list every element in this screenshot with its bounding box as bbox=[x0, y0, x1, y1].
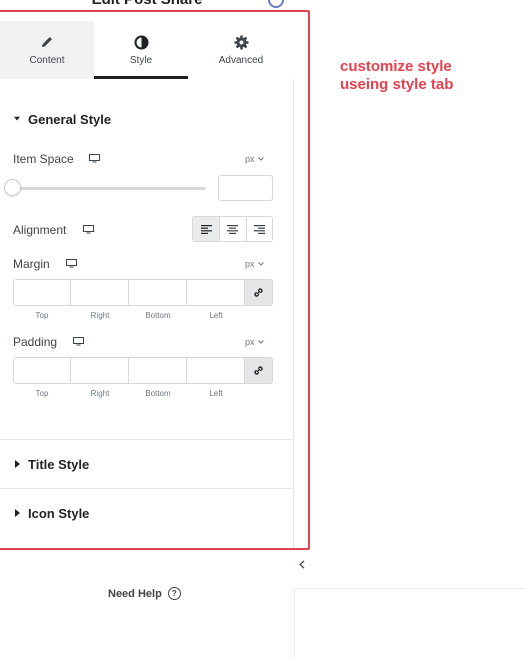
padding-top-label: Top bbox=[35, 389, 49, 398]
tab-content-label: Content bbox=[29, 55, 65, 66]
align-center-button[interactable] bbox=[219, 217, 245, 241]
item-space-slider-handle[interactable] bbox=[4, 179, 21, 196]
padding-left-input[interactable] bbox=[187, 357, 245, 384]
panel-header-title: Edit Post Share bbox=[0, 0, 294, 8]
margin-top-label: Top bbox=[35, 311, 49, 320]
padding-inputs bbox=[13, 357, 273, 384]
contrast-icon bbox=[134, 34, 149, 50]
tab-style[interactable]: Style bbox=[94, 21, 188, 79]
section-title-style[interactable]: Title Style bbox=[0, 440, 294, 488]
item-space-unit-value: px bbox=[245, 154, 255, 164]
panel-collapse-button[interactable] bbox=[294, 549, 309, 579]
margin-right-input[interactable] bbox=[71, 279, 129, 306]
align-right-icon bbox=[253, 224, 265, 234]
chevron-left-icon bbox=[298, 559, 304, 569]
padding-left-label: Left bbox=[209, 389, 223, 398]
padding-right-label: Right bbox=[90, 389, 110, 398]
tab-style-label: Style bbox=[129, 55, 153, 66]
panel-tabs: Content Style Advanced bbox=[0, 21, 294, 79]
link-icon bbox=[254, 366, 263, 375]
margin-right-label: Right bbox=[90, 311, 110, 320]
margin-label: Margin bbox=[13, 257, 50, 271]
caret-right-icon bbox=[14, 459, 20, 469]
padding-field-labels: Top Right Bottom Left bbox=[13, 389, 245, 398]
margin-unit-value: px bbox=[245, 259, 255, 269]
link-icon bbox=[254, 288, 263, 297]
canvas-divider bbox=[294, 588, 526, 589]
section-title-style-title: Title Style bbox=[28, 456, 90, 472]
editor-panel: Content Style Advanced General Style Ite… bbox=[0, 21, 294, 549]
padding-right-input[interactable] bbox=[71, 357, 129, 384]
margin-bottom-label: Bottom bbox=[145, 311, 171, 320]
item-space-label: Item Space bbox=[13, 152, 74, 166]
annotation-text: customize style useing style tab bbox=[340, 58, 454, 93]
tab-advanced[interactable]: Advanced bbox=[188, 21, 294, 79]
padding-bottom-label: Bottom bbox=[145, 389, 171, 398]
padding-top-input[interactable] bbox=[13, 357, 71, 384]
tab-content[interactable]: Content bbox=[0, 21, 94, 79]
margin-link-button[interactable] bbox=[245, 279, 273, 306]
item-space-input[interactable] bbox=[218, 175, 273, 201]
margin-unit-select[interactable]: px bbox=[245, 259, 264, 269]
desktop-icon[interactable] bbox=[89, 154, 100, 163]
section-general-style[interactable]: General Style bbox=[0, 108, 294, 130]
margin-left-label: Left bbox=[209, 311, 223, 320]
desktop-icon[interactable] bbox=[66, 259, 77, 268]
need-help-label: Need Help bbox=[108, 587, 162, 600]
align-center-icon bbox=[227, 224, 239, 234]
section-general-style-title: General Style bbox=[28, 111, 112, 127]
align-right-button[interactable] bbox=[245, 217, 272, 241]
desktop-icon[interactable] bbox=[73, 337, 84, 346]
margin-left-input[interactable] bbox=[187, 279, 245, 306]
chevron-down-icon bbox=[257, 262, 264, 266]
caret-right-icon bbox=[14, 508, 20, 518]
align-left-icon bbox=[200, 224, 212, 234]
padding-link-button[interactable] bbox=[245, 357, 273, 384]
tab-advanced-label: Advanced bbox=[218, 55, 264, 66]
alignment-label: Alignment bbox=[13, 223, 67, 237]
section-icon-style-title: Icon Style bbox=[28, 505, 90, 521]
margin-field-labels: Top Right Bottom Left bbox=[13, 311, 245, 320]
margin-top-input[interactable] bbox=[13, 279, 71, 306]
gear-icon bbox=[234, 34, 249, 50]
padding-unit-value: px bbox=[245, 337, 255, 347]
padding-unit-select[interactable]: px bbox=[245, 337, 264, 347]
padding-bottom-input[interactable] bbox=[129, 357, 187, 384]
canvas-divider-vertical bbox=[294, 588, 295, 659]
align-left-button[interactable] bbox=[193, 217, 220, 241]
margin-inputs bbox=[13, 279, 273, 306]
caret-down-icon bbox=[14, 114, 20, 124]
alignment-choices bbox=[192, 216, 273, 242]
chevron-down-icon bbox=[257, 157, 264, 161]
pencil-icon bbox=[40, 34, 54, 50]
item-space-slider-track[interactable] bbox=[12, 187, 206, 190]
chevron-down-icon bbox=[257, 340, 264, 344]
question-circle-icon: ? bbox=[167, 587, 181, 600]
margin-bottom-input[interactable] bbox=[129, 279, 187, 306]
need-help-link[interactable]: Need Help ? bbox=[108, 587, 181, 600]
padding-label: Padding bbox=[13, 335, 58, 349]
section-icon-style[interactable]: Icon Style bbox=[0, 489, 294, 537]
desktop-icon[interactable] bbox=[83, 225, 94, 234]
item-space-unit-select[interactable]: px bbox=[245, 154, 264, 164]
active-tab-indicator bbox=[94, 76, 188, 79]
